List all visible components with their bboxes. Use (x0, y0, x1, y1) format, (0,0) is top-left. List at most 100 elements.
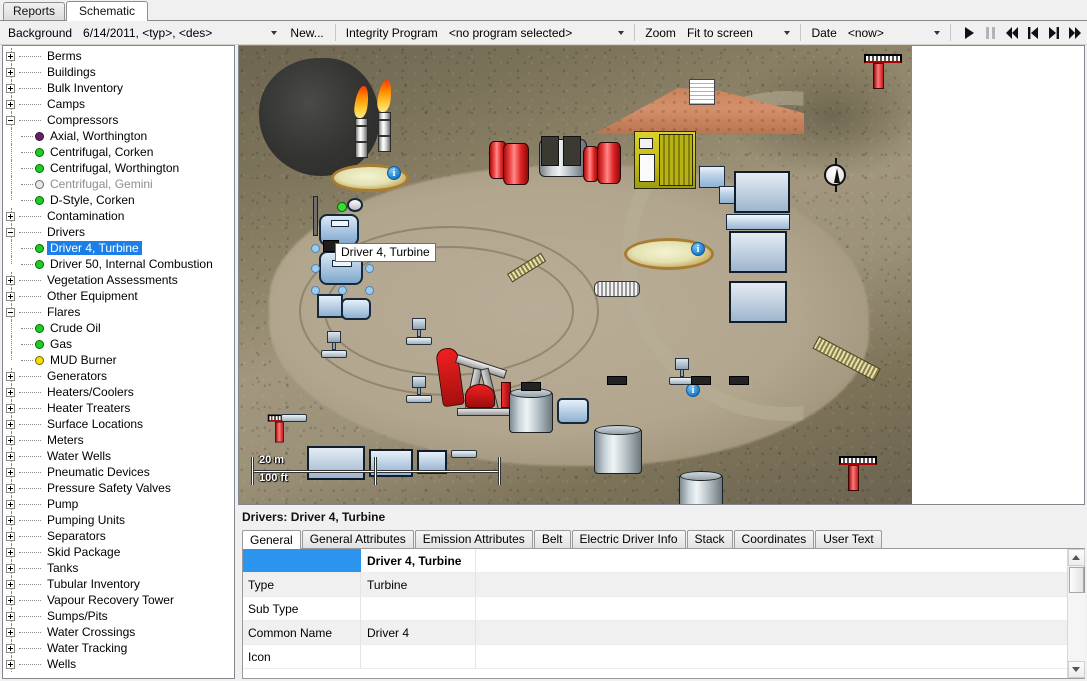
properties-tab-general[interactable]: General (242, 530, 301, 549)
skip-to-start-button[interactable] (1001, 23, 1022, 43)
expand-icon[interactable] (6, 532, 15, 541)
expand-icon[interactable] (6, 404, 15, 413)
expand-icon[interactable] (6, 628, 15, 637)
equipment-tree-panel[interactable]: Berms Buildings Bulk Inventory Camps Compres… (2, 45, 235, 679)
tree-item[interactable]: Axial, Worthington (3, 128, 234, 144)
tree-item[interactable]: Heaters/Coolers (3, 384, 234, 400)
tree-item[interactable]: Compressors (3, 112, 234, 128)
expand-icon[interactable] (6, 516, 15, 525)
selection-handle[interactable] (311, 264, 320, 273)
selection-handle[interactable] (365, 264, 374, 273)
tab-schematic[interactable]: Schematic (66, 1, 149, 21)
expand-icon[interactable] (6, 596, 15, 605)
info-icon[interactable]: i (691, 242, 705, 256)
property-row[interactable]: Common Name Driver 4 (243, 621, 1067, 645)
integrity-program-combo[interactable]: <no program selected> (443, 23, 630, 43)
tree-item[interactable]: Wells (3, 656, 234, 672)
collapse-icon[interactable] (6, 116, 15, 125)
new-button[interactable]: New... (283, 23, 330, 43)
properties-tab-general-attributes[interactable]: General Attributes (301, 530, 414, 548)
tree-item[interactable]: Drivers (3, 224, 234, 240)
expand-icon[interactable] (6, 484, 15, 493)
tree-item[interactable]: Vapour Recovery Tower (3, 592, 234, 608)
tree-item[interactable]: Generators (3, 368, 234, 384)
expand-icon[interactable] (6, 580, 15, 589)
info-icon[interactable]: i (686, 383, 700, 397)
expand-icon[interactable] (6, 420, 15, 429)
flare-pole[interactable] (839, 456, 877, 491)
cooler-bank[interactable] (729, 281, 787, 323)
step-back-button[interactable] (1022, 23, 1043, 43)
properties-tab-electric-driver-info[interactable]: Electric Driver Info (571, 530, 686, 548)
tree-item[interactable]: Water Crossings (3, 624, 234, 640)
tab-reports[interactable]: Reports (3, 2, 66, 20)
tree-item[interactable]: Flares (3, 304, 234, 320)
expand-icon[interactable] (6, 212, 15, 221)
expand-icon[interactable] (6, 292, 15, 301)
tree-item[interactable]: Camps (3, 96, 234, 112)
tree-item[interactable]: Separators (3, 528, 234, 544)
expand-icon[interactable] (6, 372, 15, 381)
tree-item[interactable]: Pressure Safety Valves (3, 480, 234, 496)
zoom-combo[interactable]: Fit to screen (681, 23, 797, 43)
expand-icon[interactable] (6, 660, 15, 669)
tree-item[interactable]: Contamination (3, 208, 234, 224)
valve[interactable] (321, 331, 347, 358)
separator-unit[interactable] (699, 166, 725, 188)
tree-item[interactable]: Water Tracking (3, 640, 234, 656)
storage-tank[interactable] (509, 388, 553, 433)
play-button[interactable] (959, 23, 980, 43)
pause-button[interactable] (980, 23, 1001, 43)
scrollbar-thumb[interactable] (1068, 567, 1084, 593)
tree-item[interactable]: Heater Treaters (3, 400, 234, 416)
pump-unit[interactable] (341, 298, 371, 320)
transfer-pump[interactable] (557, 398, 589, 424)
expand-icon[interactable] (6, 276, 15, 285)
properties-tab-stack[interactable]: Stack (686, 530, 733, 548)
pump-unit[interactable] (317, 294, 343, 318)
expand-icon[interactable] (6, 388, 15, 397)
expand-icon[interactable] (6, 436, 15, 445)
schematic-canvas[interactable]: i i i Driver 4, Turbine 20 m 100 ft (238, 45, 1085, 505)
flare-stack[interactable] (376, 80, 393, 152)
tree-item[interactable]: Driver 4, Turbine (3, 240, 234, 256)
note-annotation-icon[interactable] (689, 79, 715, 105)
expand-icon[interactable] (6, 612, 15, 621)
tree-item[interactable]: Driver 50, Internal Combustion (3, 256, 234, 272)
tree-item[interactable]: Surface Locations (3, 416, 234, 432)
cooler-bank[interactable] (734, 171, 790, 213)
tree-item[interactable]: Bulk Inventory (3, 80, 234, 96)
red-pressure-tank[interactable] (597, 142, 621, 184)
cooler-bank[interactable] (729, 231, 787, 273)
selection-handle[interactable] (365, 286, 374, 295)
tree-item[interactable]: Vegetation Assessments (3, 272, 234, 288)
property-row[interactable]: Sub Type (243, 597, 1067, 621)
tree-item[interactable]: Centrifugal, Gemini (3, 176, 234, 192)
tree-item[interactable]: Buildings (3, 64, 234, 80)
expand-icon[interactable] (6, 468, 15, 477)
tree-item[interactable]: Berms (3, 48, 234, 64)
collapse-icon[interactable] (6, 308, 15, 317)
red-pressure-tank[interactable] (503, 143, 529, 185)
property-value[interactable] (361, 597, 476, 620)
tree-item[interactable]: Tubular Inventory (3, 576, 234, 592)
selection-handle[interactable] (311, 244, 320, 253)
tree-item[interactable]: Meters (3, 432, 234, 448)
tree-item[interactable]: Water Wells (3, 448, 234, 464)
valve[interactable] (406, 318, 432, 345)
tree-item[interactable]: Gas (3, 336, 234, 352)
tree-item[interactable]: Skid Package (3, 544, 234, 560)
property-row[interactable]: Driver 4, Turbine (243, 549, 1067, 573)
tree-item[interactable]: Pump (3, 496, 234, 512)
tree-item[interactable]: Centrifugal, Worthington (3, 160, 234, 176)
storage-tank[interactable] (594, 425, 642, 474)
info-icon[interactable]: i (387, 166, 401, 180)
tree-item[interactable]: Pumping Units (3, 512, 234, 528)
tree-item[interactable]: Centrifugal, Corken (3, 144, 234, 160)
background-combo[interactable]: 6/14/2011, <typ>, <des> (77, 23, 283, 43)
properties-scrollbar[interactable] (1067, 549, 1085, 678)
property-value[interactable]: Driver 4, Turbine (361, 549, 476, 572)
valve[interactable] (406, 376, 432, 403)
property-row[interactable]: Icon (243, 645, 1067, 669)
step-forward-button[interactable] (1043, 23, 1064, 43)
